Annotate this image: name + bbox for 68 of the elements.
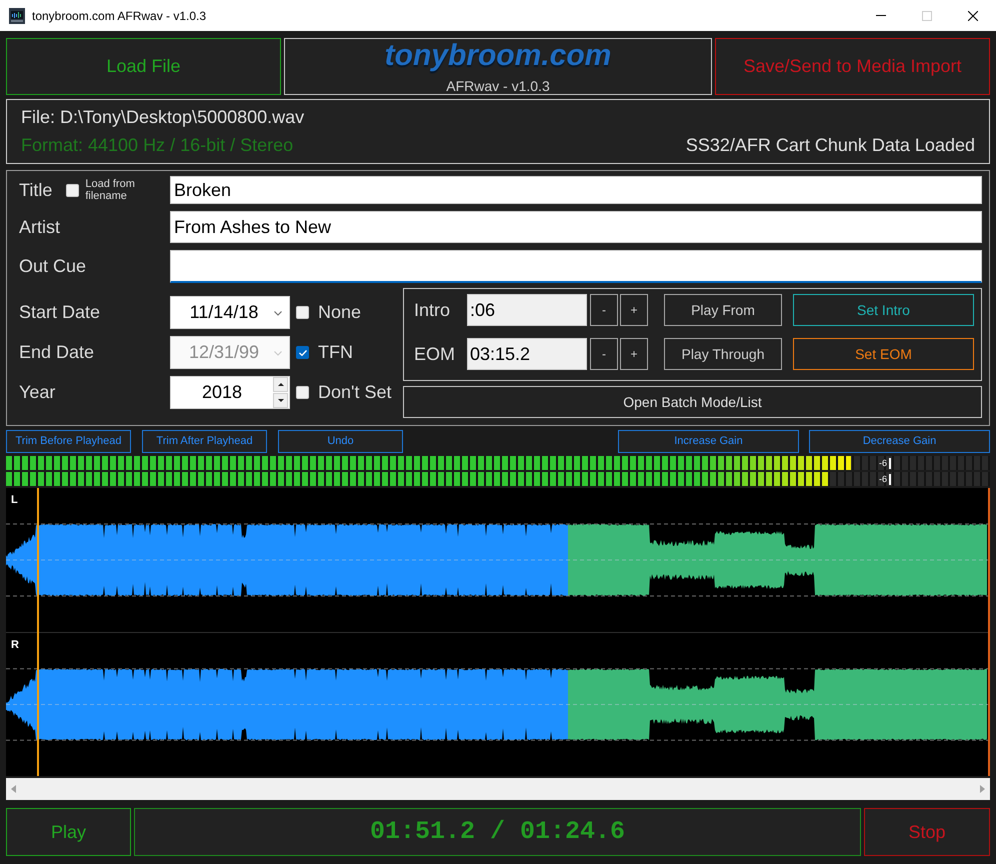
checkbox-label: Don't Set <box>318 381 392 404</box>
cue-marker-line[interactable] <box>36 488 38 776</box>
time-field[interactable]: 03:15.2 <box>467 338 587 370</box>
text-field[interactable]: Broken <box>170 176 982 204</box>
field-label: Title <box>19 178 52 202</box>
gain-button[interactable]: Increase Gain <box>618 430 799 453</box>
app-icon <box>9 8 25 24</box>
close-icon <box>968 10 978 20</box>
version-label: AFRwav - v1.0.3 <box>446 78 550 94</box>
play-cue-button[interactable]: Play Through <box>664 338 782 370</box>
down-triangle-icon <box>278 399 284 402</box>
time-display: 01:51.2 / 01:24.6 <box>134 808 861 856</box>
load-file-button[interactable]: Load File <box>6 38 281 95</box>
checkmark-icon <box>298 350 306 356</box>
checkbox-label: Load from filename <box>85 178 136 202</box>
play-cue-button[interactable]: Play From <box>664 294 782 326</box>
channel-label: L <box>11 494 18 506</box>
chevron-down-icon <box>274 311 282 316</box>
cue-marker-line[interactable] <box>988 488 990 776</box>
field-label: Artist <box>19 216 60 238</box>
decrement-button[interactable]: - <box>590 294 618 326</box>
minimize-icon <box>876 15 886 16</box>
meter-scale-label: -6 <box>879 474 888 484</box>
window-title: tonybroom.com AFRwav - v1.0.3 <box>32 8 206 24</box>
increment-button[interactable]: + <box>620 338 648 370</box>
set-cue-button[interactable]: Set EOM <box>793 338 974 370</box>
peak-marker-icon <box>889 474 892 484</box>
text-field[interactable]: From Ashes to New <box>170 211 982 243</box>
checkbox[interactable] <box>66 184 80 196</box>
field-label: End Date <box>19 341 96 364</box>
spin-up-button[interactable] <box>273 377 288 392</box>
meter-scale-label: -6 <box>879 458 888 468</box>
channel-label: R <box>11 639 19 651</box>
spin-down-button[interactable] <box>273 393 288 408</box>
horizontal-scrollbar[interactable] <box>6 778 990 800</box>
decrement-button[interactable]: - <box>590 338 618 370</box>
logo-text: tonybroom.com <box>384 39 612 73</box>
up-triangle-icon <box>278 383 284 386</box>
field-label: Out Cue <box>19 255 86 278</box>
set-cue-button[interactable]: Set Intro <box>793 294 974 326</box>
play-button[interactable]: Play <box>6 808 131 856</box>
batch-mode-button[interactable]: Open Batch Mode/List <box>403 386 982 418</box>
peak-marker-icon <box>889 458 892 468</box>
checkbox-label: TFN <box>318 341 353 364</box>
status-text: SS32/AFR Cart Chunk Data Loaded <box>686 134 975 157</box>
scroll-right-icon <box>980 785 985 793</box>
field-label: Year <box>19 381 56 404</box>
checkbox[interactable] <box>296 386 309 399</box>
chevron-down-icon <box>274 351 282 356</box>
checkbox[interactable] <box>296 306 309 319</box>
gain-button[interactable]: Decrease Gain <box>809 430 990 453</box>
format-text: Format: 44100 Hz / 16-bit / Stereo <box>21 134 294 157</box>
time-field[interactable]: :06 <box>467 294 587 326</box>
field-label: Start Date <box>19 301 102 324</box>
number-field[interactable]: 2018 <box>170 376 290 409</box>
cue-label: Intro <box>414 298 452 322</box>
edit-tool-button[interactable]: Trim Before Playhead <box>6 430 131 453</box>
scroll-left-icon <box>11 785 16 793</box>
waveform-view[interactable]: L R <box>6 488 990 776</box>
increment-button[interactable]: + <box>620 294 648 326</box>
number-value: 2018 <box>200 381 244 404</box>
edit-tool-button[interactable]: Undo <box>278 430 403 453</box>
text-field[interactable] <box>170 250 982 283</box>
date-picker[interactable]: 11/14/18 <box>170 296 290 329</box>
checkbox-label: None <box>318 301 362 324</box>
cue-label: EOM <box>414 342 456 366</box>
edit-tool-button[interactable]: Trim After Playhead <box>142 430 267 453</box>
file-path: File: D:\Tony\Desktop\5000800.wav <box>21 106 306 129</box>
